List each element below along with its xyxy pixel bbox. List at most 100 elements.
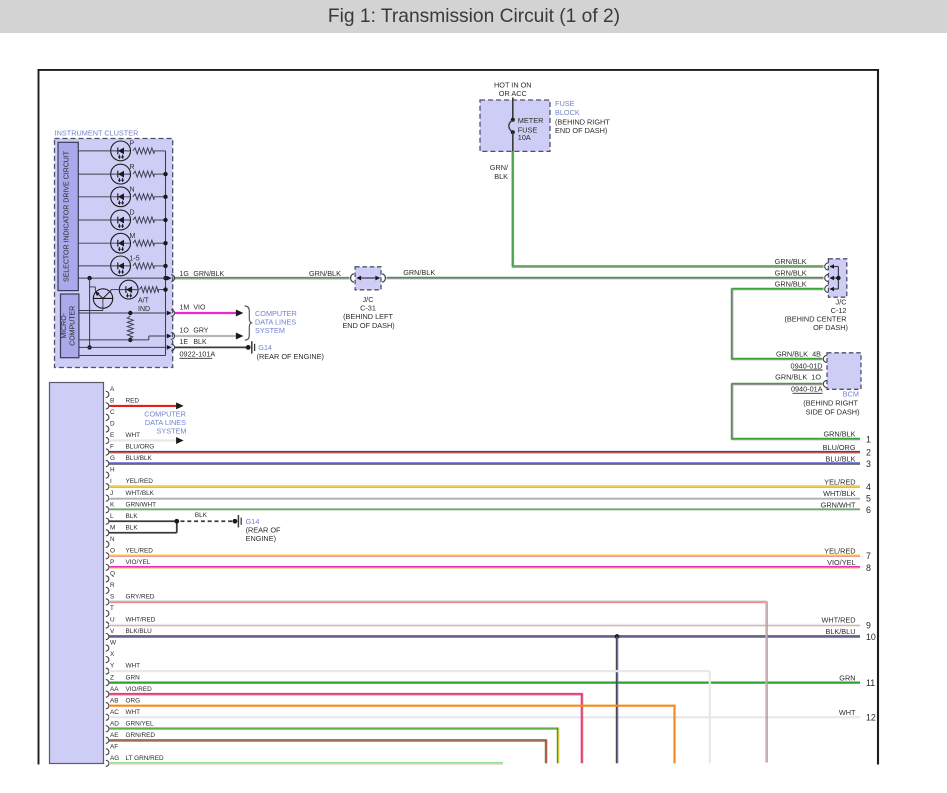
svg-text:AA: AA — [110, 686, 119, 693]
svg-text:A: A — [110, 386, 115, 393]
svg-text:K: K — [110, 501, 115, 508]
svg-text:GRN/RED: GRN/RED — [126, 732, 156, 739]
svg-text:G14: G14 — [258, 343, 272, 352]
svg-text:GRY: GRY — [193, 327, 208, 334]
svg-text:GRY/RED: GRY/RED — [126, 594, 155, 601]
svg-text:BLU/ORG: BLU/ORG — [823, 443, 856, 452]
svg-text:Z: Z — [110, 674, 114, 681]
svg-text:BLK/BLU: BLK/BLU — [825, 627, 855, 636]
svg-text:1E: 1E — [180, 339, 189, 346]
svg-text:D: D — [130, 210, 135, 217]
svg-text:BLK: BLK — [126, 524, 139, 531]
svg-text:0940-01A: 0940-01A — [791, 385, 823, 394]
svg-text:U: U — [110, 617, 115, 624]
svg-text:BLK: BLK — [195, 512, 208, 519]
svg-text:1-5: 1-5 — [130, 256, 140, 263]
svg-text:AG: AG — [110, 755, 119, 762]
svg-text:VIO/YEL: VIO/YEL — [126, 559, 151, 566]
svg-text:BLK: BLK — [494, 172, 508, 181]
svg-text:R: R — [130, 164, 135, 171]
svg-text:VIO/RED: VIO/RED — [126, 686, 153, 693]
svg-text:SYSTEM: SYSTEM — [157, 427, 187, 436]
svg-text:(BEHIND RIGHT: (BEHIND RIGHT — [803, 398, 858, 407]
svg-text:R: R — [110, 582, 115, 589]
svg-text:1G: 1G — [180, 271, 189, 278]
svg-text:10: 10 — [866, 632, 876, 642]
svg-text:9: 9 — [866, 620, 871, 630]
svg-text:5: 5 — [866, 494, 871, 504]
svg-text:10A: 10A — [518, 133, 531, 142]
svg-text:END OF DASH): END OF DASH) — [342, 321, 394, 330]
svg-text:Y: Y — [110, 663, 115, 670]
svg-text:GRN/BLK: GRN/BLK — [775, 269, 807, 278]
svg-text:AB: AB — [110, 697, 119, 704]
svg-text:WHT/BLK: WHT/BLK — [823, 489, 856, 498]
svg-text:INSTRUMENT CLUSTER: INSTRUMENT CLUSTER — [55, 129, 139, 138]
svg-text:YEL/RED: YEL/RED — [126, 547, 154, 554]
svg-text:A/T: A/T — [138, 298, 150, 305]
svg-text:FUSE: FUSE — [555, 99, 575, 108]
svg-text:OR ACC: OR ACC — [499, 89, 527, 98]
svg-text:WHT: WHT — [126, 709, 141, 716]
svg-text:WHT: WHT — [126, 663, 141, 670]
svg-text:BLU/BLK: BLU/BLK — [126, 455, 153, 462]
svg-text:WHT/RED: WHT/RED — [126, 617, 156, 624]
svg-text:GRN/WHT: GRN/WHT — [126, 501, 157, 508]
svg-text:LT GRN/RED: LT GRN/RED — [126, 755, 164, 762]
svg-text:0922-101A: 0922-101A — [180, 350, 216, 359]
svg-text:VIO: VIO — [193, 304, 206, 311]
svg-text:C: C — [110, 409, 115, 416]
svg-text:M: M — [110, 524, 115, 531]
svg-text:S: S — [110, 594, 114, 601]
svg-text:G: G — [110, 455, 115, 462]
svg-text:M: M — [130, 233, 136, 240]
svg-text:T: T — [110, 605, 114, 612]
svg-text:0940-01D: 0940-01D — [791, 361, 823, 370]
svg-text:GRN/BLK 1O: GRN/BLK 1O — [775, 373, 821, 382]
svg-text:GRN/YEL: GRN/YEL — [126, 720, 155, 727]
svg-text:AD: AD — [110, 720, 119, 727]
svg-text:VIO/YEL: VIO/YEL — [827, 558, 855, 567]
svg-text:GRN/WHT: GRN/WHT — [821, 500, 856, 509]
svg-text:L: L — [110, 513, 114, 520]
svg-text:YEL/RED: YEL/RED — [824, 477, 855, 486]
svg-text:2: 2 — [866, 447, 871, 457]
svg-text:ORG: ORG — [126, 697, 141, 704]
svg-text:P: P — [130, 141, 135, 148]
svg-text:Q: Q — [110, 570, 115, 577]
svg-text:GRN/BLK: GRN/BLK — [823, 430, 855, 439]
svg-text:BCM: BCM — [843, 389, 859, 398]
svg-text:GRN: GRN — [839, 673, 855, 682]
svg-text:D: D — [110, 421, 115, 428]
svg-text:MICRO-: MICRO- — [61, 312, 68, 338]
svg-text:1O: 1O — [180, 327, 190, 334]
svg-text:J: J — [110, 490, 113, 497]
svg-text:BLU/BLK: BLU/BLK — [825, 454, 855, 463]
svg-text:WHT: WHT — [126, 432, 141, 439]
svg-text:E: E — [110, 432, 114, 439]
svg-text:1M: 1M — [180, 304, 190, 311]
svg-text:ENGINE): ENGINE) — [246, 534, 276, 543]
svg-text:N: N — [130, 187, 135, 194]
svg-text:GRN/BLK: GRN/BLK — [403, 268, 435, 277]
svg-text:OF DASH): OF DASH) — [813, 323, 848, 332]
svg-text:SYSTEM: SYSTEM — [255, 326, 285, 335]
svg-text:H: H — [110, 467, 115, 474]
svg-text:Fig 1: Transmission Circuit (1: Fig 1: Transmission Circuit (1 of 2) — [328, 6, 620, 27]
svg-text:GRN/BLK: GRN/BLK — [193, 271, 224, 278]
svg-text:YEL/RED: YEL/RED — [824, 547, 855, 556]
svg-text:6: 6 — [866, 505, 871, 515]
svg-text:I: I — [110, 478, 112, 485]
svg-text:V: V — [110, 628, 115, 635]
svg-text:AE: AE — [110, 732, 119, 739]
svg-text:AF: AF — [110, 743, 118, 750]
svg-text:O: O — [110, 547, 115, 554]
svg-text:WHT/BLK: WHT/BLK — [126, 490, 155, 497]
svg-text:W: W — [110, 640, 117, 647]
svg-text:WHT: WHT — [839, 708, 856, 717]
svg-text:GRN/BLK 4B: GRN/BLK 4B — [776, 350, 821, 359]
svg-text:BLU/ORG: BLU/ORG — [126, 444, 155, 451]
svg-text:GRN/: GRN/ — [490, 163, 509, 172]
svg-text:BLK/BLU: BLK/BLU — [126, 628, 153, 635]
svg-text:AC: AC — [110, 709, 119, 716]
